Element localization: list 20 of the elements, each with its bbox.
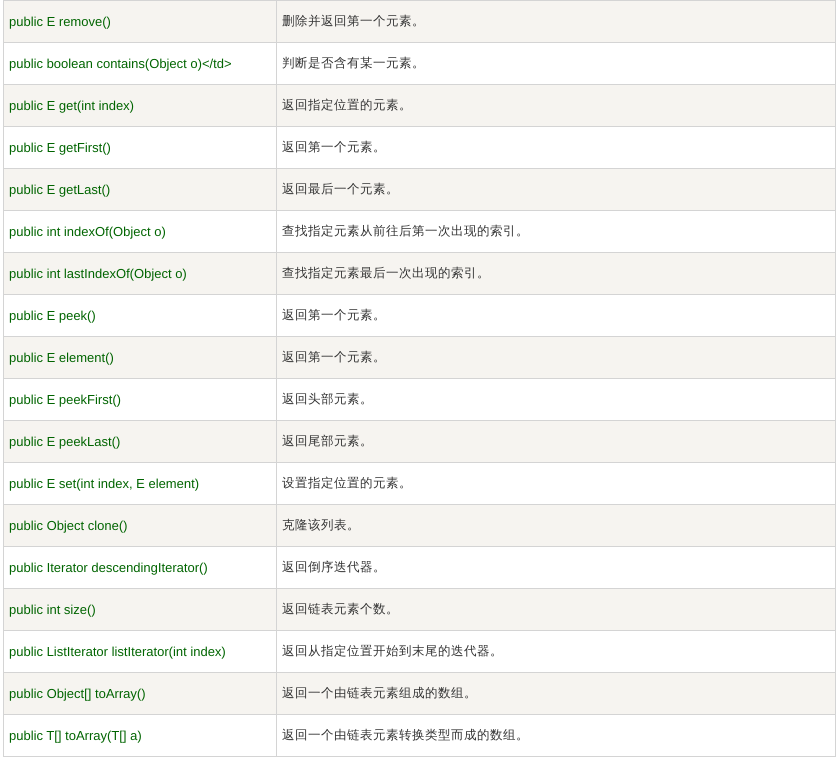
- description-cell: 返回最后一个元素。: [276, 168, 836, 210]
- description-cell: 返回第一个元素。: [276, 336, 836, 378]
- method-cell: public T[] toArray(T[] a): [4, 714, 276, 756]
- method-cell: public Object[] toArray(): [4, 672, 276, 714]
- description-cell: 返回指定位置的元素。: [276, 84, 836, 126]
- description-cell: 克隆该列表。: [276, 504, 836, 546]
- method-cell: public E element(): [4, 336, 276, 378]
- method-cell: public E remove(): [4, 0, 276, 42]
- description-cell: 返回链表元素个数。: [276, 588, 836, 630]
- description-cell: 查找指定元素最后一次出现的索引。: [276, 252, 836, 294]
- description-cell: 返回尾部元素。: [276, 420, 836, 462]
- method-cell: public E peekLast(): [4, 420, 276, 462]
- description-cell: 删除并返回第一个元素。: [276, 0, 836, 42]
- method-cell: public Object clone(): [4, 504, 276, 546]
- method-cell: public int size(): [4, 588, 276, 630]
- description-cell: 返回一个由链表元素转换类型而成的数组。: [276, 714, 836, 756]
- method-cell: public int lastIndexOf(Object o): [4, 252, 276, 294]
- method-cell: public E get(int index): [4, 84, 276, 126]
- description-cell: 返回一个由链表元素组成的数组。: [276, 672, 836, 714]
- method-cell: public E getLast(): [4, 168, 276, 210]
